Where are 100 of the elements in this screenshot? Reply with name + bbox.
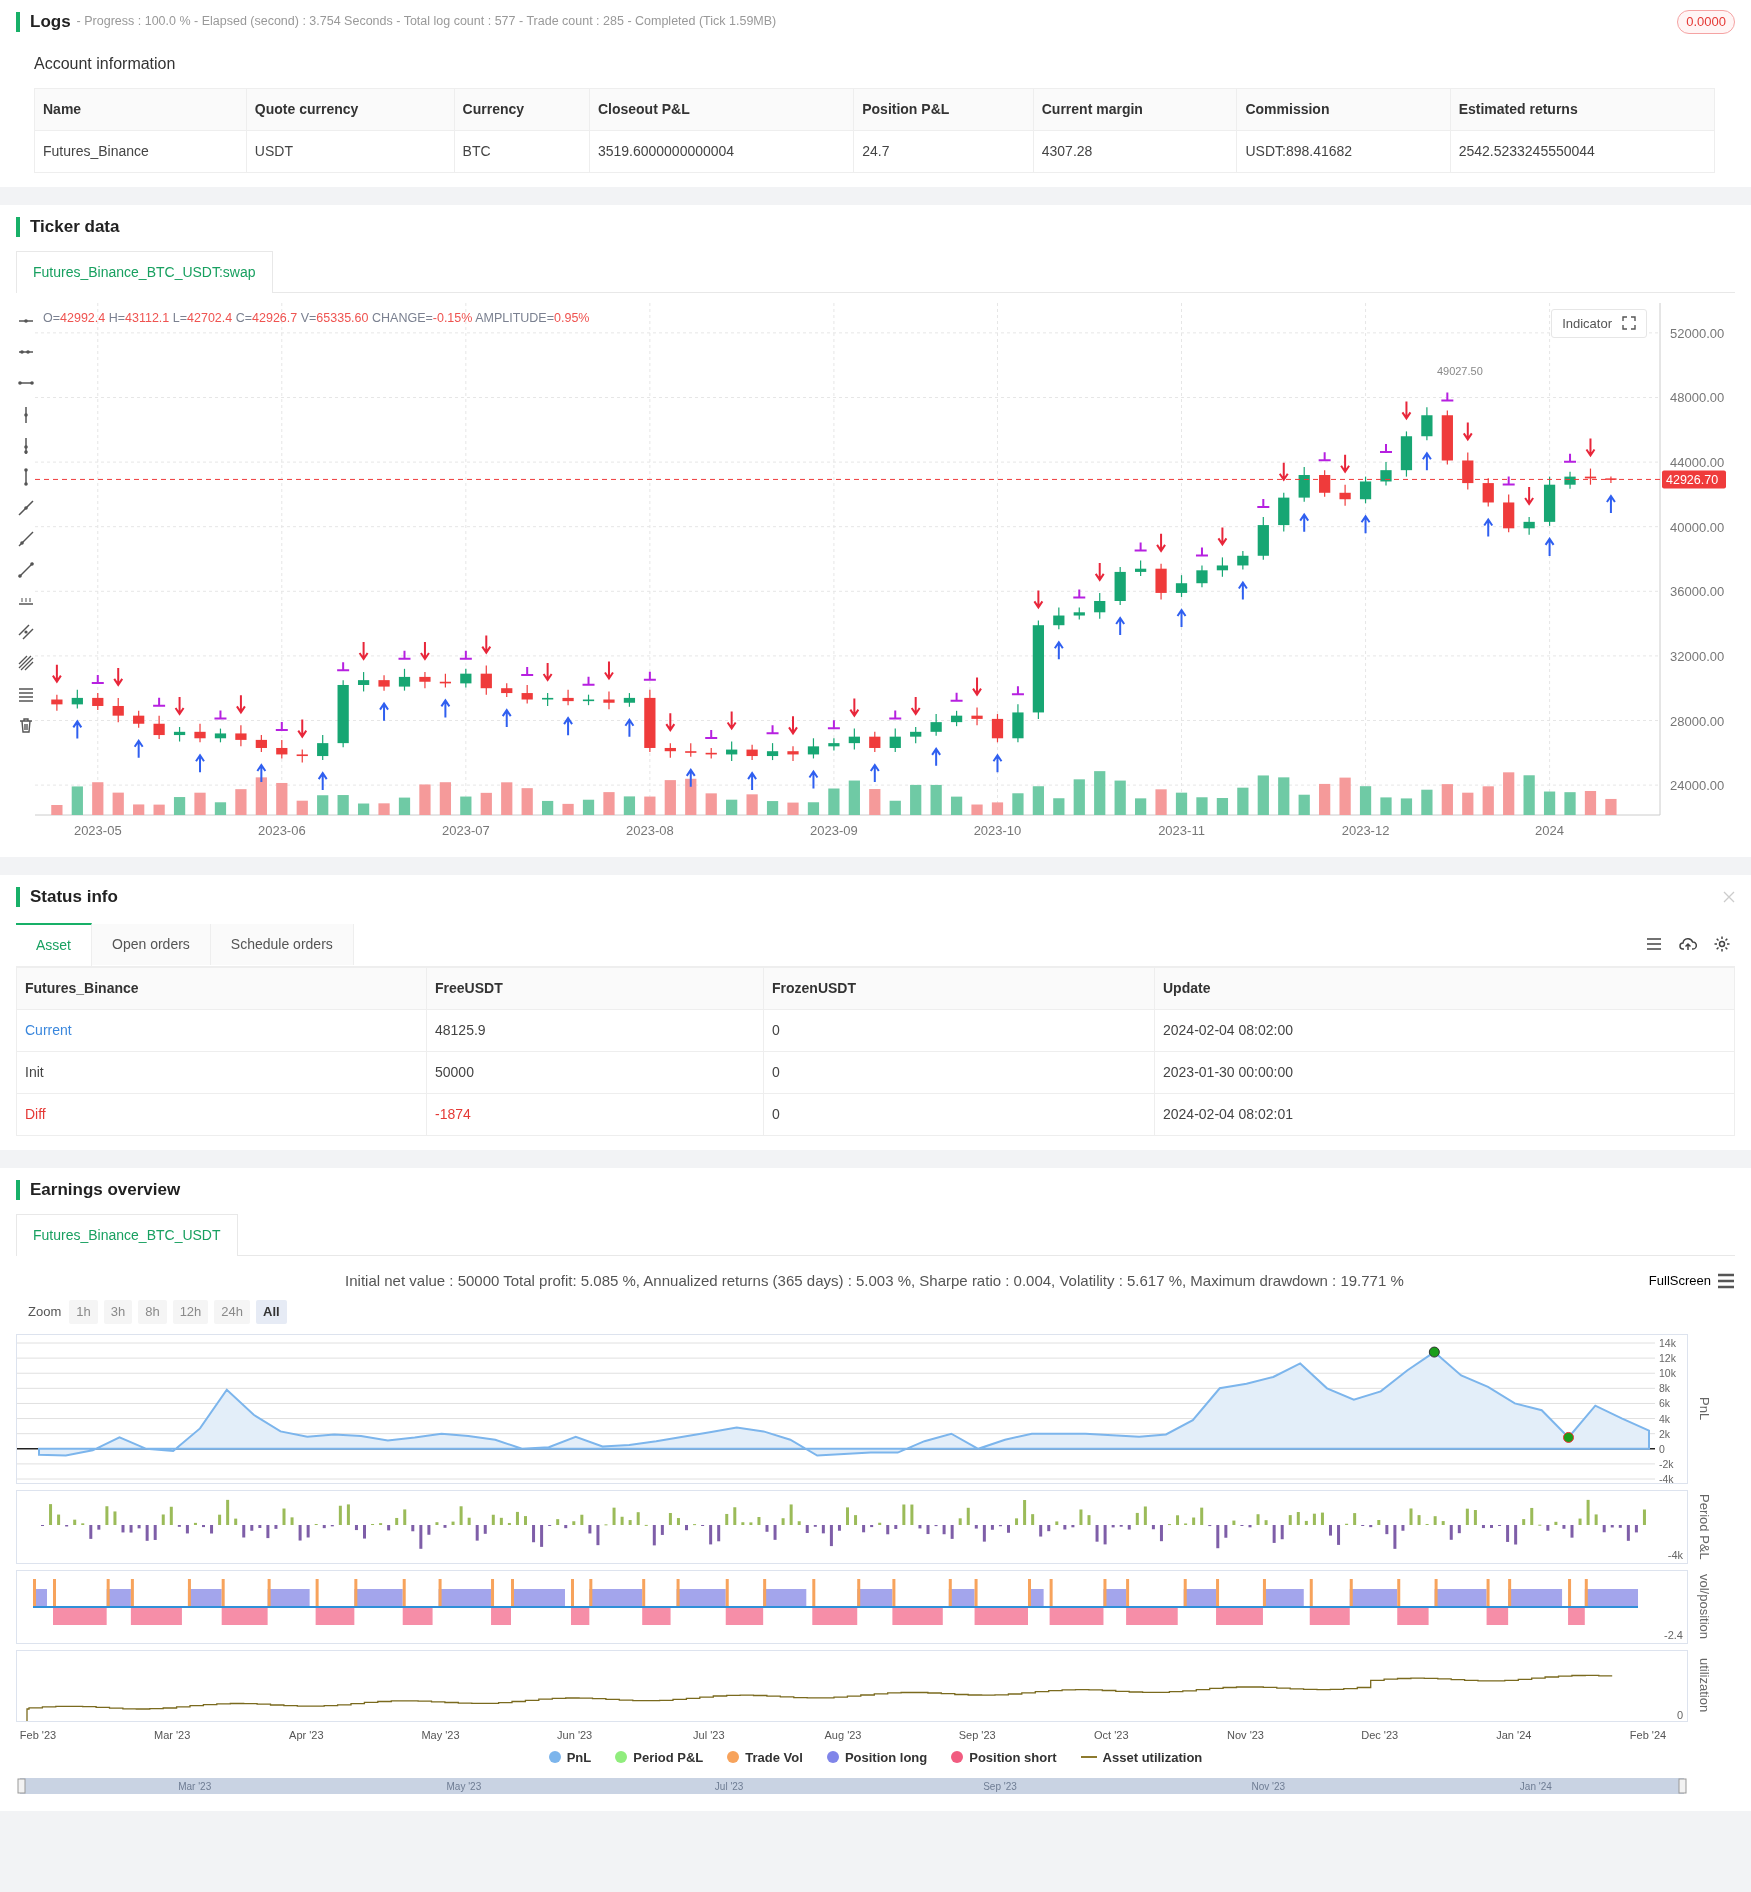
candle — [296, 748, 308, 763]
candle — [807, 737, 820, 759]
axis-label: May '23 — [446, 1780, 482, 1792]
table-cell: 24.7 — [853, 130, 1034, 172]
legend-label[interactable]: Trade Vol — [745, 1747, 803, 1767]
column-header: Closeout P&L — [589, 88, 854, 130]
section-title: Earnings overview — [16, 1179, 1735, 1200]
axis-label: 2023-09 — [810, 822, 858, 838]
axis-label: May '23 — [421, 1729, 460, 1742]
column-header: Commission — [1236, 88, 1451, 130]
candle — [1359, 475, 1372, 504]
navigator-handle[interactable] — [1678, 1778, 1687, 1794]
column-header: Name — [34, 88, 247, 130]
candle — [1053, 606, 1065, 630]
legend-label[interactable]: Period P&L — [633, 1747, 704, 1767]
column-header: Current margin — [1033, 88, 1237, 130]
axis-label: 2023-11 — [1158, 822, 1205, 838]
navigator-handle[interactable] — [17, 1778, 26, 1794]
column-header: FreeUSDT — [426, 967, 764, 1009]
candle — [133, 709, 145, 728]
candle — [235, 724, 247, 747]
tab[interactable]: Schedule orders — [210, 923, 354, 965]
axis-label: 32000.00 — [1670, 648, 1725, 664]
table-cell: 0 — [763, 1093, 1155, 1135]
column-header: Update — [1154, 967, 1735, 1009]
list-icon[interactable] — [1645, 935, 1663, 953]
candle — [1216, 556, 1229, 577]
candle — [746, 743, 758, 761]
legend-label[interactable]: PnL — [566, 1747, 592, 1767]
candle — [1523, 515, 1535, 535]
axis-label: Feb '23 — [19, 1729, 57, 1742]
candle — [1237, 549, 1249, 570]
ref-line-label: 42926.70 — [1666, 472, 1719, 487]
axis-title: PnL — [1696, 1395, 1713, 1423]
column-header: FrozenUSDT — [763, 967, 1155, 1009]
legend-label[interactable]: Position short — [969, 1747, 1057, 1767]
fullscreen-icon[interactable] — [1622, 316, 1636, 331]
column-header: Position P&L — [853, 88, 1034, 130]
candle — [1605, 475, 1617, 484]
fullscreen-button[interactable]: FullScreen — [1642, 1270, 1717, 1292]
axis-label: Jul '23 — [714, 1780, 744, 1792]
candle — [92, 691, 104, 711]
axis-label: 14k — [1659, 1336, 1676, 1349]
axis-label: 36000.00 — [1670, 583, 1725, 599]
axis-label: 2024 — [1535, 822, 1565, 838]
zoom-button[interactable]: All — [256, 1300, 287, 1324]
legend-label[interactable]: Position long — [844, 1747, 928, 1767]
candle — [521, 683, 533, 704]
candle — [317, 733, 329, 761]
parallel-lines-icon[interactable] — [16, 622, 35, 641]
table-cell: 2023-01-30 00:00:00 — [1154, 1051, 1735, 1093]
axis-label: Nov '23 — [1251, 1780, 1286, 1792]
table-cell: Futures_Binance — [34, 130, 247, 172]
candle — [582, 693, 595, 706]
candle — [726, 740, 738, 761]
tab[interactable]: Open orders — [92, 923, 211, 965]
table-cell: 2024-02-04 08:02:00 — [1154, 1009, 1735, 1051]
candle — [1564, 470, 1576, 489]
column-header: Estimated returns — [1450, 88, 1715, 130]
axis-label: 2023-10 — [973, 822, 1022, 838]
diagonal-line-icon[interactable] — [16, 498, 35, 517]
axis-label: Jan '24 — [1519, 1780, 1552, 1792]
candle — [1155, 562, 1167, 600]
candle — [603, 690, 615, 710]
axis-label: -4k — [1667, 1548, 1683, 1561]
axis-label: 2k — [1659, 1427, 1671, 1440]
hatched-lines-icon[interactable] — [16, 653, 35, 672]
section-title: Logs — [16, 11, 71, 32]
progress-text: - Progress : 100.0 % - Elapsed (second) : 3.754 Seconds - Total log count : 577 - Trade count : 285 - Completed (Tick 1.59MB) — [76, 13, 777, 31]
settings-icon[interactable] — [1713, 935, 1731, 953]
menu-icon[interactable] — [1717, 1272, 1735, 1289]
legend-label[interactable]: Asset utilization — [1102, 1747, 1203, 1767]
candle — [255, 733, 267, 753]
table-cell: USDT:898.41682 — [1236, 130, 1451, 172]
candle — [1421, 406, 1433, 441]
cloud-upload-icon[interactable] — [1679, 935, 1697, 953]
candle — [214, 727, 227, 743]
axis-title: vol/position — [1696, 1572, 1713, 1641]
candle — [1380, 461, 1392, 486]
diagonal-line-icon[interactable] — [16, 529, 35, 548]
axis-label: Oct '23 — [1094, 1729, 1129, 1742]
table-cell[interactable]: Current — [16, 1009, 427, 1051]
candle — [1319, 469, 1331, 497]
candle — [173, 725, 186, 742]
candle — [828, 737, 840, 751]
candle — [480, 664, 492, 695]
axis-label: 0 — [1676, 1708, 1683, 1721]
candle — [930, 712, 942, 736]
axis-label: 44000.00 — [1670, 454, 1725, 470]
candle — [276, 738, 288, 759]
axis-label: 6k — [1659, 1396, 1671, 1409]
value-badge: 0.0000 — [1677, 10, 1735, 34]
candle — [51, 693, 63, 711]
candle — [664, 742, 676, 758]
candle — [1482, 477, 1494, 507]
indicator-button[interactable]: Indicator — [1551, 308, 1647, 338]
axis-label: Mar '23 — [178, 1780, 212, 1792]
table-cell: USDT — [246, 130, 455, 172]
diagonal-line-icon[interactable] — [16, 560, 35, 579]
axis-label: Jul '23 — [693, 1729, 725, 1742]
